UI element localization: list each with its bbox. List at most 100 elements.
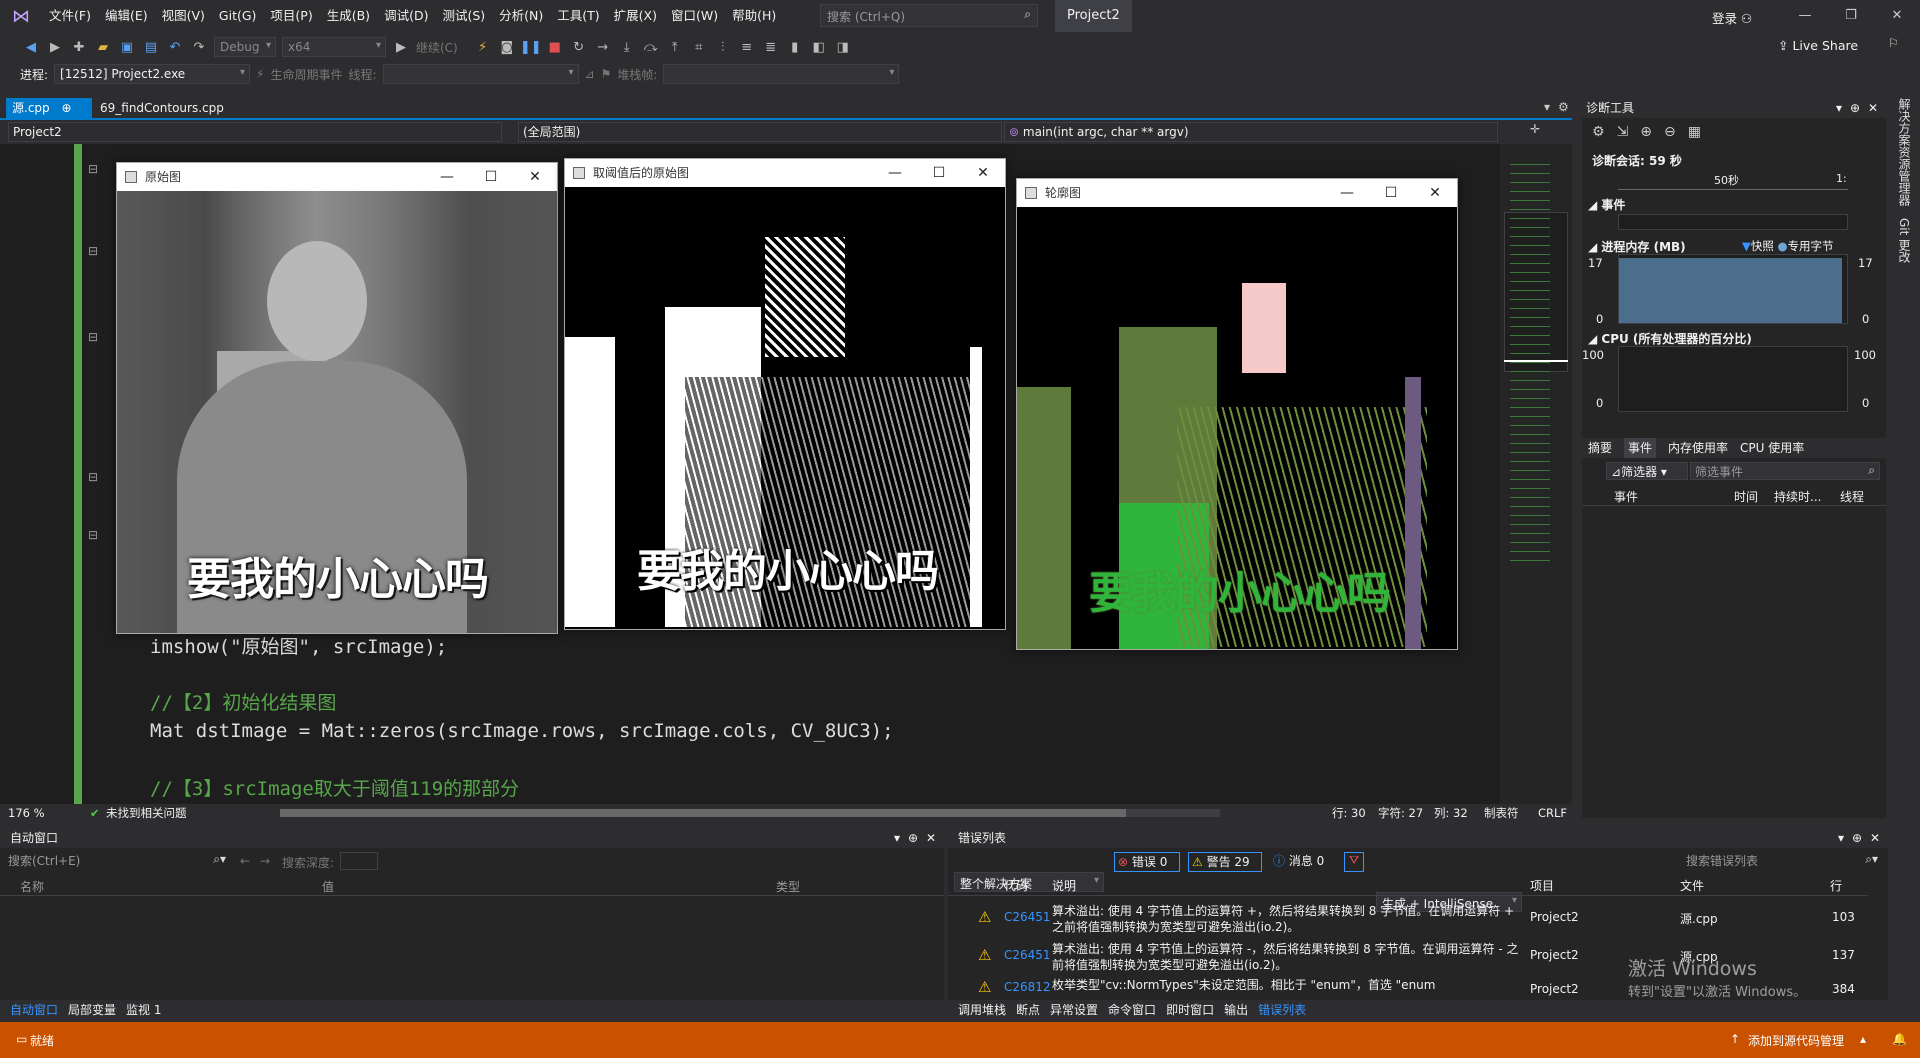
dropdown-icon[interactable]: ▾ [1836, 98, 1842, 118]
back-icon[interactable]: ◀ [22, 38, 40, 56]
tab-breakpoints[interactable]: 断点 [1016, 1000, 1040, 1020]
tab-exception-settings[interactable]: 异常设置 [1050, 1000, 1098, 1020]
error-search-input[interactable]: 搜索错误列表 ⌕▾ [1686, 852, 1882, 870]
fold-icon[interactable]: ⊟ [88, 162, 98, 176]
filter-events-input[interactable]: 筛选事件 ⌕ [1690, 462, 1880, 480]
col-value[interactable]: 值 [322, 878, 334, 895]
camera-icon[interactable]: ◙ [498, 38, 516, 56]
tab-events[interactable]: 事件 [1624, 438, 1657, 458]
stackframe-select[interactable] [663, 64, 900, 84]
menu-debug[interactable]: 调试(D) [377, 0, 435, 32]
menu-view[interactable]: 视图(V) [155, 0, 212, 32]
filter-build-icon[interactable]: ⛛ [1344, 852, 1364, 872]
tab-memory[interactable]: 内存使用率 [1668, 438, 1728, 458]
process-select[interactable]: [12512] Project2.exe [54, 64, 251, 84]
filter-icon[interactable]: ⊿ [585, 67, 595, 81]
pin-icon[interactable]: ⊕ [1850, 98, 1860, 118]
undo-icon[interactable]: ↶ [166, 38, 184, 56]
fold-icon[interactable]: ⊟ [88, 244, 98, 258]
settings-gear-icon[interactable]: ⚙ [1558, 100, 1569, 114]
flag-icon[interactable]: ⚑ [601, 67, 612, 81]
close-icon[interactable]: ✕ [926, 828, 936, 848]
close-icon[interactable]: ✕ [1870, 828, 1880, 848]
thread-icon[interactable]: ⫶ [714, 38, 732, 56]
live-share-button[interactable]: ⇪ Live Share [1778, 38, 1858, 53]
pin-icon[interactable]: ⊕ [1852, 828, 1862, 848]
fold-icon[interactable]: ⊟ [88, 330, 98, 344]
tabs-indicator[interactable]: 制表符 [1484, 804, 1519, 822]
pin-icon[interactable]: ⊕ [908, 828, 918, 848]
window-titlebar[interactable]: 原始图 — ☐ ✕ [117, 163, 557, 191]
zoom-in-icon[interactable]: ⊕ [1640, 124, 1652, 140]
menu-build[interactable]: 生成(B) [320, 0, 377, 32]
add-source-control[interactable]: 添加到源代码管理 [1748, 1032, 1844, 1049]
col-time[interactable]: 时间 [1734, 488, 1758, 505]
col-type[interactable]: 类型 [776, 878, 800, 895]
minimize-button[interactable]: — [873, 159, 917, 187]
step-over-icon[interactable]: ⤼ [642, 38, 660, 56]
menu-help[interactable]: 帮助(H) [725, 0, 783, 32]
menu-tools[interactable]: 工具(T) [550, 0, 606, 32]
scroll-thumb[interactable] [280, 809, 1126, 817]
step-out-icon[interactable]: ⤒ [666, 38, 684, 56]
zoom-level[interactable]: 176 % [8, 804, 45, 822]
pause-icon[interactable]: ❚❚ [520, 38, 542, 56]
stop-icon[interactable]: ■ [546, 38, 564, 56]
new-project-icon[interactable]: ✚ [70, 38, 88, 56]
search-depth-select[interactable] [340, 852, 378, 870]
menu-test[interactable]: 测试(S) [435, 0, 492, 32]
lifecycle-icon[interactable]: ⚡ [256, 67, 264, 81]
save-icon[interactable]: ▣ [118, 38, 136, 56]
restore-button[interactable]: ❐ [1828, 0, 1874, 32]
messages-toggle[interactable]: ⓘ 消息 0 [1270, 852, 1336, 872]
scope-dropdown[interactable]: (全局范围) [518, 122, 1002, 142]
forward-icon[interactable]: → [260, 854, 270, 868]
tab-locals[interactable]: 局部变量 [68, 1000, 116, 1020]
close-icon[interactable]: ✕ [1868, 98, 1878, 118]
feedback-icon[interactable]: ⚐ [1888, 36, 1899, 50]
window-titlebar[interactable]: 取阈值后的原始图 — ☐ ✕ [565, 159, 1005, 187]
dropdown-icon[interactable]: ▾ [1838, 828, 1844, 848]
close-button[interactable]: ✕ [513, 163, 557, 191]
show-next-statement-icon[interactable]: → [594, 38, 612, 56]
col-description[interactable]: 说明 [1052, 876, 1076, 896]
tab-summary[interactable]: 摘要 [1588, 438, 1612, 458]
tab-watch1[interactable]: 监视 1 [126, 1000, 161, 1020]
maximize-button[interactable]: ☐ [917, 159, 961, 187]
error-code-link[interactable]: C26451 [1004, 948, 1051, 962]
close-button[interactable]: ✕ [961, 159, 1005, 187]
col-event[interactable]: 事件 [1614, 488, 1638, 505]
close-window-button[interactable]: ✕ [1874, 0, 1920, 32]
menu-git[interactable]: Git(G) [212, 0, 264, 32]
reset-zoom-icon[interactable]: ▦ [1688, 124, 1701, 140]
table-row[interactable]: ⚠ C26451 算术溢出: 使用 4 字节值上的运算符 +，然后将结果转换到 … [948, 900, 1888, 934]
open-folder-icon[interactable]: ▰ [94, 38, 112, 56]
timeline-ruler[interactable]: 50秒 1: [1618, 170, 1848, 190]
tab-error-list[interactable]: 错误列表 [1258, 1000, 1306, 1020]
signin-link[interactable]: 登录 ⚇ [1712, 8, 1752, 27]
settings-icon[interactable]: ⚙ [1592, 124, 1605, 140]
comment-icon[interactable]: ≡ [738, 38, 756, 56]
image-window-original[interactable]: 原始图 — ☐ ✕ 要我的小心心吗 [116, 162, 558, 634]
menu-project[interactable]: 项目(P) [263, 0, 319, 32]
lifecycle-events[interactable]: 生命周期事件 [270, 66, 342, 83]
col-thread[interactable]: 线程 [1840, 488, 1864, 505]
col-project[interactable]: 项目 [1530, 876, 1554, 896]
function-dropdown[interactable]: ⊚ main(int argc, char ** argv) [1004, 122, 1498, 142]
minimize-button[interactable]: — [1325, 179, 1369, 207]
bookmark-icon[interactable]: ▮ [786, 38, 804, 56]
forward-icon[interactable]: ▶ [46, 38, 64, 56]
platform-select[interactable]: x64 [282, 37, 386, 57]
editor-scrollbar-map[interactable] [1500, 144, 1572, 804]
menu-analyze[interactable]: 分析(N) [492, 0, 550, 32]
window-titlebar[interactable]: 轮廓图 — ☐ ✕ [1017, 179, 1457, 207]
step-into-icon[interactable]: ⤓ [618, 38, 636, 56]
tab-output[interactable]: 输出 [1224, 1000, 1248, 1020]
continue-icon[interactable]: ▶ [392, 38, 410, 56]
tab-overflow-icon[interactable]: ▾ [1544, 100, 1550, 114]
image-window-threshold[interactable]: 取阈值后的原始图 — ☐ ✕ 要我的小心心吗 [564, 158, 1006, 630]
tab-immediate-window[interactable]: 即时窗口 [1166, 1000, 1214, 1020]
error-code-link[interactable]: C26812 [1004, 980, 1051, 994]
git-changes-tab[interactable]: Git 更改 [1896, 218, 1913, 263]
image-window-contours[interactable]: 轮廓图 — ☐ ✕ 要我的小心心吗 [1016, 178, 1458, 650]
